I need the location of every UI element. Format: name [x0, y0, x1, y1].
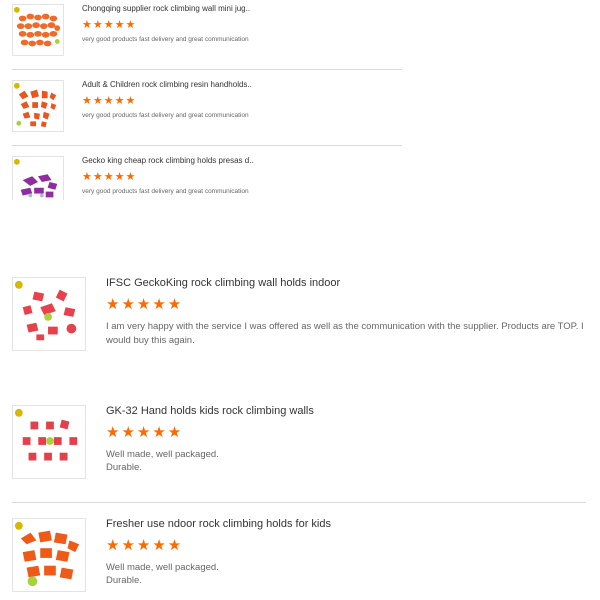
divider: [12, 69, 402, 70]
product-image: [13, 158, 58, 198]
product-thumbnail[interactable]: [12, 4, 64, 56]
review-item: GK-32 Hand holds kids rock climbing wall…: [0, 403, 600, 483]
product-title[interactable]: GK-32 Hand holds kids rock climbing wall…: [106, 405, 314, 417]
product-title[interactable]: Fresher use ndoor rock climbing holds fo…: [106, 518, 331, 530]
review-item: Adult & Children rock climbing resin han…: [0, 76, 402, 146]
product-image: [14, 280, 77, 341]
product-image: [14, 408, 78, 461]
review-item: IFSC GeckoKing rock climbing wall holds …: [0, 275, 600, 355]
review-comment: very good products fast delivery and gre…: [82, 112, 249, 119]
product-title[interactable]: IFSC GeckoKing rock climbing wall holds …: [106, 277, 340, 289]
rating-stars: ★★★★★: [106, 424, 184, 441]
product-thumbnail[interactable]: [12, 277, 86, 351]
review-item: Chongqing supplier rock climbing wall mi…: [0, 0, 402, 70]
product-image: [14, 521, 80, 587]
review-comment: Well made, well packaged.: [106, 449, 219, 460]
review-comment-line2: Durable.: [106, 462, 142, 473]
review-comment: very good products fast delivery and gre…: [82, 188, 249, 195]
rating-stars: ★★★★★: [106, 296, 184, 313]
product-thumbnail[interactable]: [12, 80, 64, 132]
product-image: [13, 6, 61, 47]
divider: [12, 145, 402, 146]
divider: [12, 502, 586, 503]
product-thumbnail[interactable]: [12, 156, 64, 200]
rating-stars: ★★★★★: [82, 19, 137, 31]
review-item: Gecko king cheap rock climbing holds pre…: [0, 152, 402, 200]
review-item: Fresher use ndoor rock climbing holds fo…: [0, 516, 600, 596]
review-comment: I am very happy with the service I was o…: [106, 321, 584, 346]
product-thumbnail[interactable]: [12, 405, 86, 479]
review-comment-line2: Durable.: [106, 575, 142, 586]
rating-stars: ★★★★★: [82, 171, 137, 183]
product-title[interactable]: Adult & Children rock climbing resin han…: [82, 80, 252, 89]
product-thumbnail[interactable]: [12, 518, 86, 592]
product-title[interactable]: Gecko king cheap rock climbing holds pre…: [82, 156, 254, 165]
rating-stars: ★★★★★: [82, 95, 137, 107]
product-image: [13, 82, 57, 128]
product-title[interactable]: Chongqing supplier rock climbing wall mi…: [82, 4, 250, 13]
review-comment: very good products fast delivery and gre…: [82, 36, 249, 43]
rating-stars: ★★★★★: [106, 537, 184, 554]
review-comment: Well made, well packaged.: [106, 562, 219, 573]
